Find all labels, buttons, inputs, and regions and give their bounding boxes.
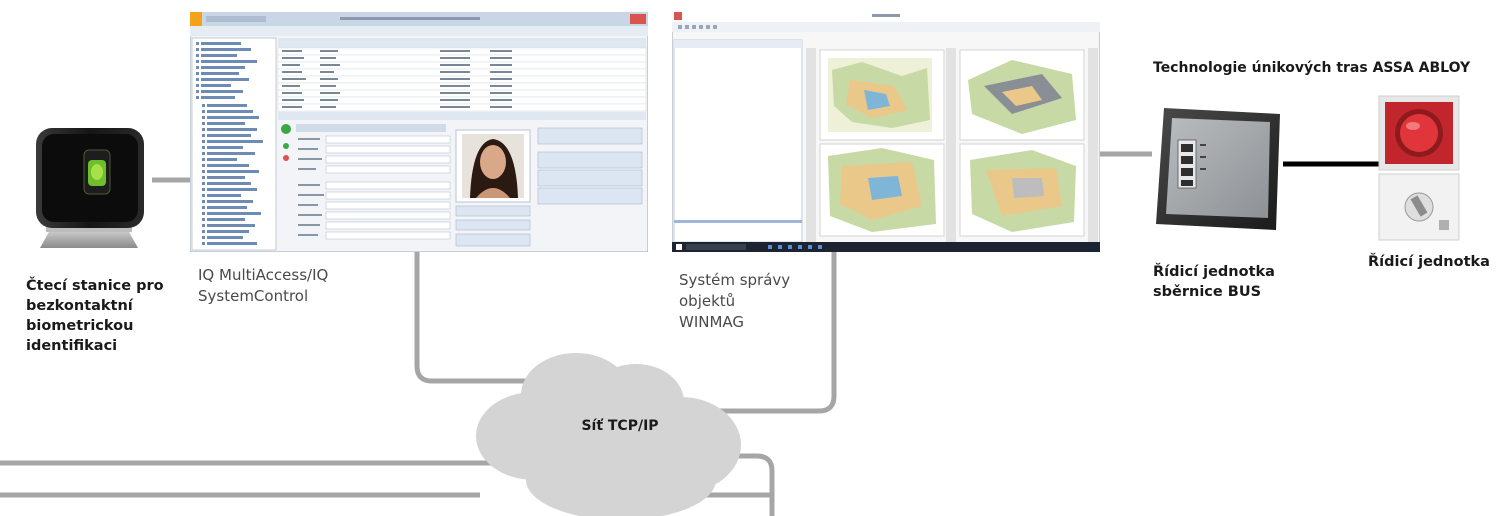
winmag-line-1: Systém správy	[679, 271, 791, 289]
control-unit-image	[1378, 95, 1460, 241]
biometric-reader-image	[36, 128, 144, 248]
biometric-station-line-4: identifikaci	[26, 338, 118, 354]
biometric-station-line-1: Čtecí stanice pro	[26, 278, 164, 294]
network-label: Síť TCP/IP	[581, 418, 659, 434]
bus-unit-line-1: Řídicí jednotka	[1153, 264, 1275, 280]
biometric-station-line-2: bezkontaktní	[26, 298, 133, 314]
biometric-station-line-3: biometrickou	[26, 318, 134, 334]
iq-software-line-2: SystemControl	[198, 287, 309, 305]
control-unit-label: Řídicí jednotka	[1368, 254, 1490, 270]
assa-abloy-title: Technologie únikových tras ASSA ABLOY	[1153, 60, 1471, 76]
biometric-station-label: Čtecí stanice pro bezkontaktní biometric…	[26, 276, 176, 356]
iq-software-line-1: IQ MultiAccess/IQ	[198, 266, 329, 284]
bus-unit-line-2: sběrnice BUS	[1153, 284, 1262, 300]
iq-multiaccess-screenshot	[190, 12, 648, 252]
winmag-line-2: objektů	[679, 292, 736, 310]
bus-control-unit-image	[1156, 108, 1280, 230]
winmag-line-3: WINMAG	[679, 313, 745, 331]
winmag-screenshot	[672, 10, 1100, 252]
bus-unit-label: Řídicí jednotka sběrnice BUS	[1153, 262, 1303, 302]
winmag-label: Systém správy objektů WINMAG	[679, 270, 839, 333]
iq-software-label: IQ MultiAccess/IQ SystemControl	[198, 265, 398, 307]
